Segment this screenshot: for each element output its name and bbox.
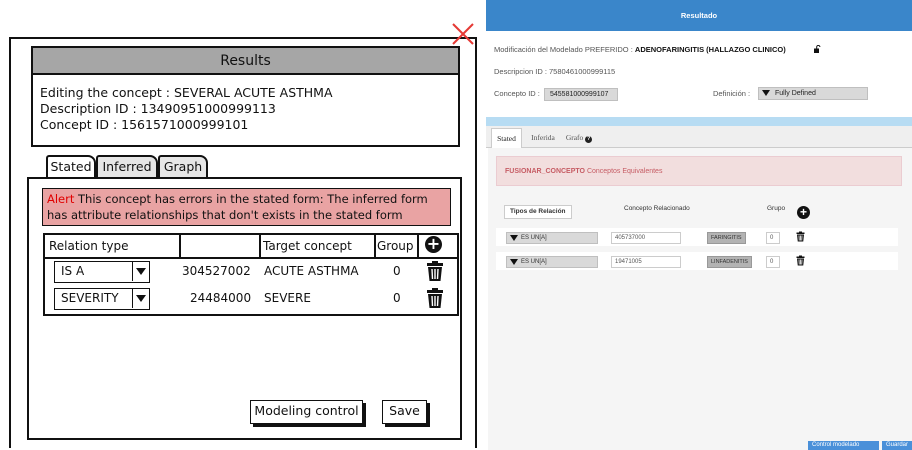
modification-name: ADENOFARINGITIS (HALLAZGO CLINICO) xyxy=(634,45,786,54)
tab-content-stated xyxy=(488,148,912,450)
separator-band xyxy=(486,117,912,126)
help-icon: ? xyxy=(585,136,593,143)
alert-bold: FUSIONAR_CONCEPTO xyxy=(505,168,585,175)
results-title: Results xyxy=(33,48,458,75)
divider xyxy=(45,257,457,259)
divider xyxy=(417,235,419,257)
relation-type-select[interactable]: ES UN[A] xyxy=(506,256,598,268)
trash-icon[interactable] xyxy=(796,231,805,242)
col-relation-type: Relation type xyxy=(49,239,129,253)
tab-grafo[interactable]: Grafo ? xyxy=(562,128,596,148)
alert-text: Conceptos Equivalentes xyxy=(585,168,663,175)
trash-icon[interactable] xyxy=(426,288,444,308)
relation-type-select[interactable]: SEVERITY xyxy=(54,288,150,310)
save-button[interactable]: Guardar xyxy=(882,441,912,450)
definition-label: Definición : xyxy=(713,89,751,98)
target-concept: ACUTE ASTHMA xyxy=(264,264,359,278)
trash-icon[interactable] xyxy=(426,261,444,281)
tab-inferred[interactable]: Inferred xyxy=(96,155,158,178)
concept-tag: LINFADENITIS xyxy=(707,256,752,268)
results-box: Results Editing the concept : SEVERAL AC… xyxy=(31,46,460,147)
group-value: 0 xyxy=(393,264,401,278)
tab-bar: Stated Inferida Grafo ? xyxy=(486,126,912,148)
group-input[interactable]: 0 xyxy=(766,256,780,268)
concept-code: 24484000 xyxy=(190,291,252,305)
relation-type-select[interactable]: IS A xyxy=(54,261,150,283)
concept-id-label: Concepto ID : xyxy=(494,89,540,98)
relations-table: Relation type Target concept Group + IS … xyxy=(43,233,459,316)
col-related-concept: Concepto Relacionado xyxy=(624,205,690,212)
close-icon[interactable] xyxy=(451,22,475,46)
modeling-control-button[interactable]: Modeling control xyxy=(250,400,363,424)
concept-code: 304527002 xyxy=(182,264,251,278)
description-id-line: Descripcion ID : 7580461000999115 xyxy=(494,67,616,76)
group-input[interactable]: 0 xyxy=(766,232,780,244)
header-title: Resultado xyxy=(486,0,912,31)
col-group: Group xyxy=(377,239,414,253)
group-value: 0 xyxy=(393,291,401,305)
wireframe-panel: Results Editing the concept : SEVERAL AC… xyxy=(0,0,486,450)
concept-id-field[interactable]: 545581000999107 xyxy=(544,88,618,101)
modeling-control-button[interactable]: Control modelado xyxy=(808,441,879,450)
add-relation-icon[interactable]: + xyxy=(797,206,810,219)
chevron-down-icon xyxy=(132,289,149,308)
target-concept: SEVERE xyxy=(264,291,311,305)
tab-graph[interactable]: Graph xyxy=(158,155,208,178)
alert-text: This concept has errors in the stated fo… xyxy=(47,192,428,222)
divider xyxy=(179,235,181,257)
relation-type-select[interactable]: ES UN[A] xyxy=(506,232,598,244)
divider xyxy=(374,235,376,257)
relation-types-button[interactable]: Tipos de Relación xyxy=(504,205,572,219)
alert-message: FUSIONAR_CONCEPTO Conceptos Equivalentes xyxy=(496,156,902,186)
save-button[interactable]: Save xyxy=(382,400,427,424)
add-relation-icon[interactable]: + xyxy=(425,236,442,253)
related-concept-input[interactable]: 19471005 xyxy=(611,256,681,268)
alert-message: Alert This concept has errors in the sta… xyxy=(42,188,451,226)
tab-grafo-label: Grafo xyxy=(565,133,584,142)
concept-tag: FARINGITIS xyxy=(707,232,746,244)
trash-icon[interactable] xyxy=(796,255,805,266)
chevron-down-icon xyxy=(762,90,770,96)
divider xyxy=(259,235,261,257)
alert-word: Alert xyxy=(47,192,75,206)
col-target-concept: Target concept xyxy=(263,239,352,253)
tab-stated[interactable]: Stated xyxy=(491,128,522,148)
col-group: Grupo xyxy=(767,205,786,212)
tab-stated[interactable]: Stated xyxy=(46,155,96,178)
chevron-down-icon xyxy=(132,262,149,281)
definition-select[interactable]: Fully Defined xyxy=(758,87,868,100)
relation-type-value: IS A xyxy=(61,264,85,278)
unlock-icon[interactable] xyxy=(814,45,821,53)
related-concept-input[interactable]: 405737000 xyxy=(611,232,681,244)
relation-type-value: SEVERITY xyxy=(61,291,119,305)
definition-value: Fully Defined xyxy=(775,90,816,97)
application-panel: Resultado Modificación del Modelado PREF… xyxy=(486,0,912,450)
description-id-line: Description ID : 13490951000999113 xyxy=(40,101,276,116)
modification-prefix: Modificación del Modelado PREFERIDO : xyxy=(494,45,635,54)
concept-info: Editing the concept : SEVERAL ACUTE ASTH… xyxy=(33,75,458,133)
tab-inferida[interactable]: Inferida xyxy=(526,128,560,148)
editing-concept-line: Editing the concept : SEVERAL ACUTE ASTH… xyxy=(40,85,333,100)
concept-id-line: Concept ID : 1561571000999101 xyxy=(40,117,249,132)
modification-line: Modificación del Modelado PREFERIDO : AD… xyxy=(494,45,786,54)
